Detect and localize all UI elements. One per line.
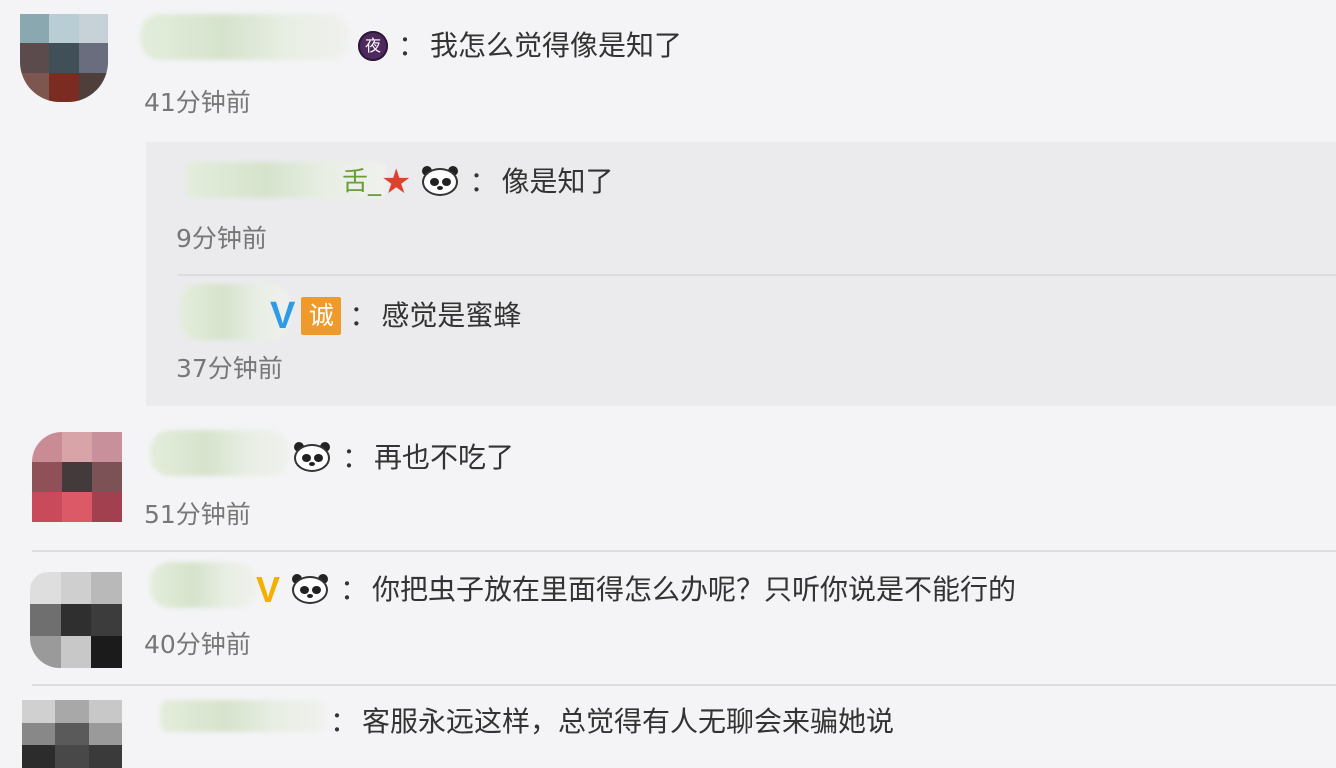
comment-line: V ： 你把虫子放在里面得怎么办呢？只听你说是不能行的 <box>256 570 1016 610</box>
colon: ： <box>398 29 427 62</box>
comment-text: 再也不吃了 <box>374 441 515 474</box>
comment-text: 客服永远这样，总觉得有人无聊会来骗她说 <box>362 705 895 738</box>
reply-time[interactable]: 37分钟前 <box>176 354 283 384</box>
reply-text: 像是知了 <box>501 165 614 198</box>
avatar[interactable] <box>32 432 122 522</box>
comment-time[interactable]: 40分钟前 <box>144 630 251 660</box>
username-suffix[interactable]: 舌_ <box>342 162 381 202</box>
avatar[interactable] <box>22 700 122 768</box>
comment-line: ： 客服永远这样，总觉得有人无聊会来骗她说 <box>330 702 894 742</box>
comment-time[interactable]: 41分钟前 <box>144 88 251 118</box>
night-badge-icon[interactable]: 夜 <box>358 31 388 61</box>
comment-time[interactable]: 51分钟前 <box>144 500 251 530</box>
colon: ： <box>349 299 378 332</box>
reply-text: 感觉是蜜蜂 <box>381 299 522 332</box>
colon: ： <box>342 441 371 474</box>
blue-v-icon: V <box>270 295 296 337</box>
reply-line: V 诚 ： 感觉是蜜蜂 <box>270 296 521 336</box>
avatar[interactable] <box>30 572 122 668</box>
avatar[interactable] <box>20 14 108 102</box>
panda-icon <box>418 166 462 198</box>
username-blurred[interactable] <box>140 14 350 60</box>
colon: ： <box>469 165 498 198</box>
panda-icon <box>290 442 334 474</box>
comment-divider <box>32 550 1336 552</box>
comment-text: 你把虫子放在里面得怎么办呢？只听你说是不能行的 <box>372 573 1017 606</box>
cheng-badge-icon[interactable]: 诚 <box>301 297 342 335</box>
star-icon: ★ <box>381 162 412 202</box>
colon: ： <box>340 573 369 606</box>
username-blurred[interactable] <box>160 700 324 732</box>
comment-divider <box>32 684 1336 686</box>
username-blurred[interactable] <box>150 430 290 476</box>
reply-time[interactable]: 9分钟前 <box>176 224 267 254</box>
comment-line: ： 再也不吃了 <box>290 438 514 478</box>
comment-line: 夜 ： 我怎么觉得像是知了 <box>358 26 682 66</box>
panda-icon <box>288 574 332 606</box>
username-blurred[interactable] <box>150 562 258 608</box>
gold-v-icon: V <box>256 569 281 610</box>
reply-divider <box>178 274 1336 276</box>
reply-box: 舌_ ★ ： 像是知了 9分钟前 V 诚 ： 感觉是蜜蜂 37分钟前 <box>146 142 1336 406</box>
comment-text: 我怎么觉得像是知了 <box>430 29 683 62</box>
reply-line: 舌_ ★ ： 像是知了 <box>342 162 614 202</box>
colon: ： <box>330 705 359 738</box>
